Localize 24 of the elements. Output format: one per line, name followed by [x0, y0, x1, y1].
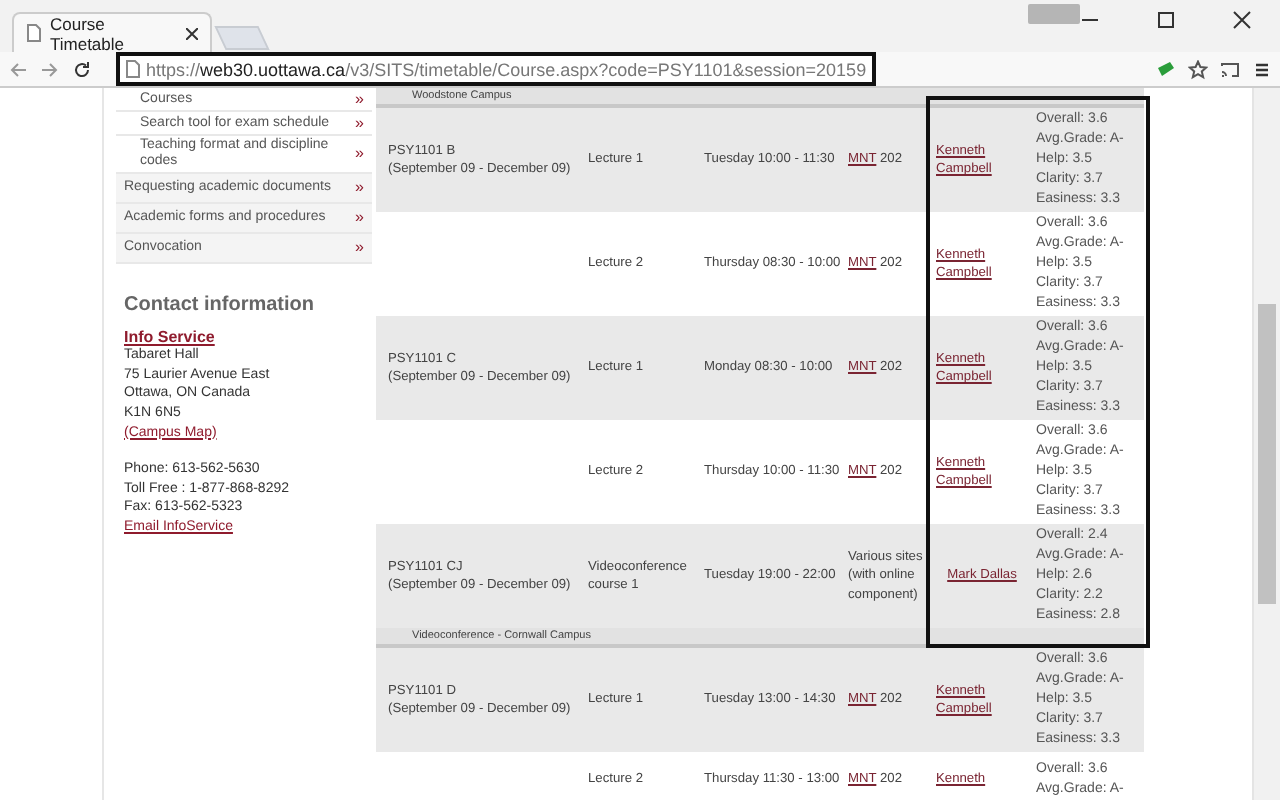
star-icon[interactable]: [1188, 59, 1208, 79]
close-icon[interactable]: [1232, 10, 1252, 30]
close-icon: [186, 27, 198, 39]
back-arrow-icon[interactable]: [8, 59, 28, 79]
page-icon: [126, 60, 140, 78]
extension-icon[interactable]: [1156, 59, 1176, 79]
contact-heading: Contact information: [124, 296, 316, 316]
chevron-icon: »: [355, 210, 364, 226]
cast-icon[interactable]: [1220, 59, 1240, 79]
chevron-icon: »: [355, 240, 364, 256]
chevron-icon: »: [355, 115, 364, 131]
menu-icon[interactable]: [1252, 59, 1272, 79]
service-link[interactable]: Info Service: [124, 327, 215, 347]
chevron-icon: »: [355, 146, 364, 162]
address-bar[interactable]: https://web30.uottawa.ca/v3/SITS/timetable/Course.aspx?code=PSY1101&session=20159: [116, 52, 877, 86]
chevron-icon: »: [355, 91, 364, 107]
reload-icon[interactable]: [72, 59, 92, 79]
scrollbar-thumb[interactable]: [1258, 304, 1276, 604]
forward-arrow-icon[interactable]: [40, 59, 60, 79]
browser-tab[interactable]: Course Timetable: [12, 12, 212, 52]
page-icon: [26, 24, 42, 42]
chevron-icon: »: [355, 180, 364, 196]
maximize-icon[interactable]: [1156, 10, 1176, 30]
scrollbar[interactable]: [1252, 88, 1280, 800]
